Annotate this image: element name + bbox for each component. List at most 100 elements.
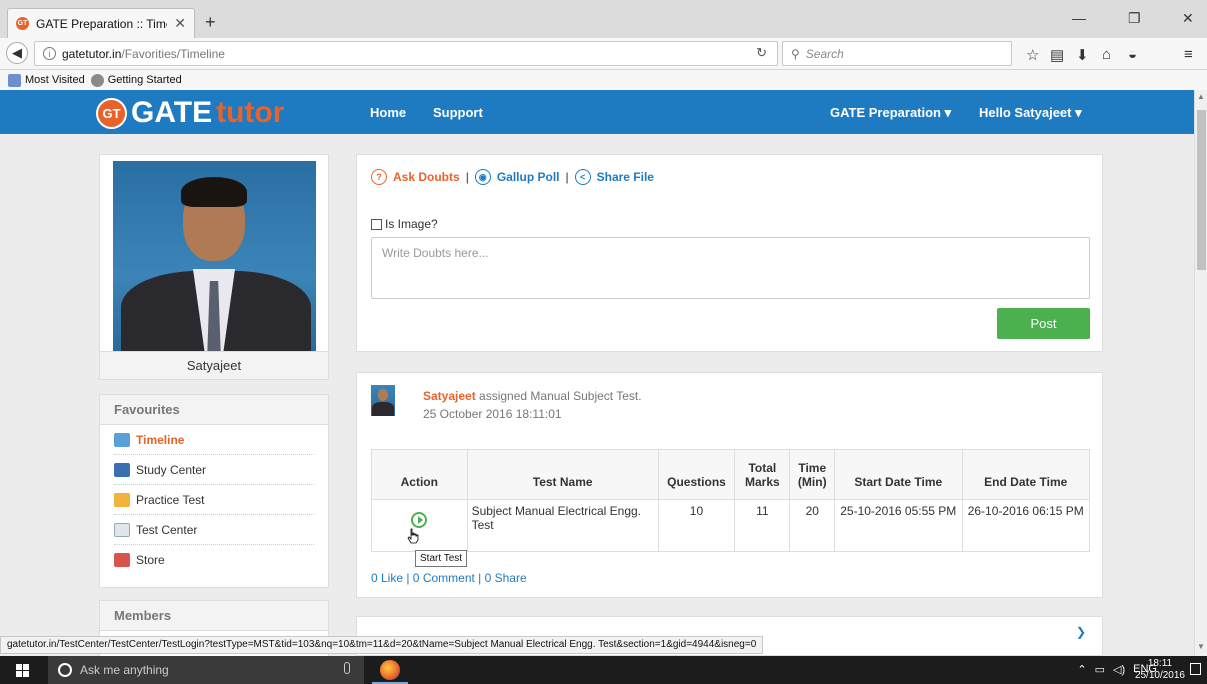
post-button[interactable]: Post: [997, 308, 1090, 339]
test-name-cell: Subject Manual Electrical Engg. Test: [466, 499, 659, 552]
pocket-icon[interactable]: ◒: [1128, 46, 1137, 63]
back-arrow-icon[interactable]: ◀: [6, 42, 28, 64]
col-start: Start Date Time: [834, 449, 963, 500]
nav-home[interactable]: Home: [370, 105, 406, 120]
logo-gate-text: GATE: [131, 96, 213, 129]
reload-icon[interactable]: ↻: [756, 45, 767, 61]
page-scrollbar[interactable]: ▲ ▼: [1194, 90, 1207, 656]
nav-user-dropdown[interactable]: Hello Satyajeet ▾: [979, 105, 1082, 121]
poll-icon: ◉: [474, 169, 491, 185]
microphone-icon[interactable]: [344, 662, 350, 674]
cortana-search-input[interactable]: Ask me anything: [48, 656, 364, 684]
feed-item: Satyajeet assigned Manual Subject Test. …: [356, 372, 1103, 598]
url-bar[interactable]: i gatetutor.in/Favorities/Timeline ↻: [34, 41, 778, 66]
feed-action-text: assigned Manual Subject Test.: [479, 389, 642, 403]
gallup-poll-link[interactable]: Gallup Poll: [497, 170, 560, 184]
windows-taskbar: Ask me anything ⌃ ▭ ◁) ENG 18:11 25/10/2…: [0, 656, 1207, 684]
firefox-icon[interactable]: [380, 660, 400, 680]
bookmark-getting-started[interactable]: Getting Started: [90, 73, 182, 87]
bookmark-most-visited[interactable]: Most Visited: [8, 73, 85, 87]
time-cell: 20: [789, 499, 836, 552]
composer-actions: ? Ask Doubts | ◉ Gallup Poll | < Share F…: [371, 169, 654, 185]
test-table: Action Test Name Questions Total Marks T…: [371, 449, 1090, 552]
books-icon: [114, 462, 130, 477]
browser-status-bar: gatetutor.in/TestCenter/TestCenter/TestL…: [0, 636, 764, 654]
search-placeholder: Search: [805, 46, 844, 61]
ask-doubts-link[interactable]: Ask Doubts: [393, 170, 460, 184]
url-text: gatetutor.in/Favorities/Timeline: [62, 46, 225, 61]
question-icon: ?: [371, 169, 387, 185]
chevron-down-icon[interactable]: ❯: [1076, 625, 1086, 639]
clock[interactable]: 18:11 25/10/2016: [1135, 658, 1185, 682]
notification-icon[interactable]: [1190, 663, 1201, 675]
cortana-icon: [58, 663, 72, 677]
site-logo[interactable]: GT GATE tutor: [96, 96, 284, 130]
globe-icon: [90, 73, 104, 87]
maximize-icon[interactable]: ❐: [1128, 10, 1141, 27]
share-file-link[interactable]: Share File: [597, 170, 654, 184]
chevron-up-icon[interactable]: ⌃: [1077, 663, 1086, 676]
favourites-title: Favourites: [100, 395, 328, 425]
feed-meta: Satyajeet assigned Manual Subject Test. …: [423, 387, 642, 423]
col-end: End Date Time: [961, 449, 1090, 500]
sidebar-item-timeline[interactable]: Timeline: [114, 425, 314, 455]
table-row: Subject Manual Electrical Engg. Test 10 …: [371, 499, 1090, 552]
minimize-icon[interactable]: —: [1072, 10, 1086, 26]
browser-tab[interactable]: GT GATE Preparation :: Timeli... ✕: [7, 8, 195, 38]
logo-badge: GT: [96, 97, 127, 129]
feed-social-links[interactable]: 0 Like | 0 Comment | 0 Share: [371, 571, 527, 585]
page-content: GT GATE tutor Home Support GATE Preparati…: [0, 90, 1194, 656]
browser-search-input[interactable]: ⚲ Search: [782, 41, 1012, 66]
sidebar-item-store[interactable]: Store: [114, 545, 314, 575]
col-time: Time (Min): [789, 449, 836, 500]
download-icon[interactable]: ⬇: [1076, 46, 1089, 64]
profile-name[interactable]: Satyajeet: [100, 351, 328, 379]
scroll-up-icon[interactable]: ▲: [1197, 92, 1205, 101]
site-favicon-icon: GT: [16, 17, 29, 30]
info-icon[interactable]: i: [43, 47, 56, 60]
favourites-panel: Favourites Timeline Study Center Practic…: [99, 394, 329, 588]
network-icon[interactable]: ▭: [1095, 663, 1105, 676]
windows-start-icon[interactable]: [16, 664, 29, 677]
reading-list-icon[interactable]: ▤: [1050, 46, 1064, 64]
col-total-marks: Total Marks: [734, 449, 791, 500]
sidebar-item-test-center[interactable]: Test Center: [114, 515, 314, 545]
menu-icon[interactable]: ≡: [1184, 46, 1193, 63]
clipboard-icon: [114, 492, 130, 507]
sidebar-item-study-center[interactable]: Study Center: [114, 455, 314, 485]
home-icon[interactable]: ⌂: [1102, 46, 1111, 63]
store-icon: [114, 553, 130, 567]
site-header: GT GATE tutor Home Support GATE Preparati…: [0, 90, 1194, 134]
doubt-textarea[interactable]: Write Doubts here...: [371, 237, 1090, 299]
volume-icon[interactable]: ◁): [1113, 663, 1125, 676]
post-composer: ? Ask Doubts | ◉ Gallup Poll | < Share F…: [356, 154, 1103, 352]
is-image-checkbox[interactable]: Is Image?: [371, 217, 438, 231]
scroll-down-icon[interactable]: ▼: [1197, 642, 1205, 651]
new-tab-button[interactable]: +: [205, 12, 216, 33]
start-test-tooltip: Start Test: [415, 550, 468, 567]
checkbox-box[interactable]: [371, 218, 382, 230]
members-title: Members: [100, 601, 328, 631]
feed-username[interactable]: Satyajeet: [423, 389, 476, 403]
hand-cursor-icon: [407, 528, 419, 544]
nav-support[interactable]: Support: [433, 105, 483, 120]
action-cell: [371, 499, 468, 552]
bookmark-folder-icon: [8, 73, 21, 87]
col-test-name: Test Name: [466, 449, 659, 500]
total-marks-cell: 11: [734, 499, 791, 552]
search-icon: ⚲: [791, 46, 800, 61]
sidebar-item-practice-test[interactable]: Practice Test: [114, 485, 314, 515]
browser-tab-bar: GT GATE Preparation :: Timeli... ✕ + — ❐…: [0, 0, 1207, 38]
scrollbar-thumb[interactable]: [1197, 110, 1206, 270]
col-questions: Questions: [657, 449, 736, 500]
browser-nav-bar: ◀ i gatetutor.in/Favorities/Timeline ↻ ⚲…: [0, 38, 1207, 70]
avatar[interactable]: [371, 385, 395, 416]
bookmark-star-icon[interactable]: ☆: [1026, 46, 1039, 64]
profile-card: Satyajeet: [99, 154, 329, 380]
tab-close-icon[interactable]: ✕: [174, 15, 186, 32]
window-close-icon[interactable]: ✕: [1182, 10, 1194, 27]
start-cell: 25-10-2016 05:55 PM: [834, 499, 963, 552]
start-test-play-icon[interactable]: [411, 512, 428, 528]
logo-tutor-text: tutor: [216, 96, 285, 129]
nav-gate-preparation-dropdown[interactable]: GATE Preparation ▾: [830, 105, 951, 121]
